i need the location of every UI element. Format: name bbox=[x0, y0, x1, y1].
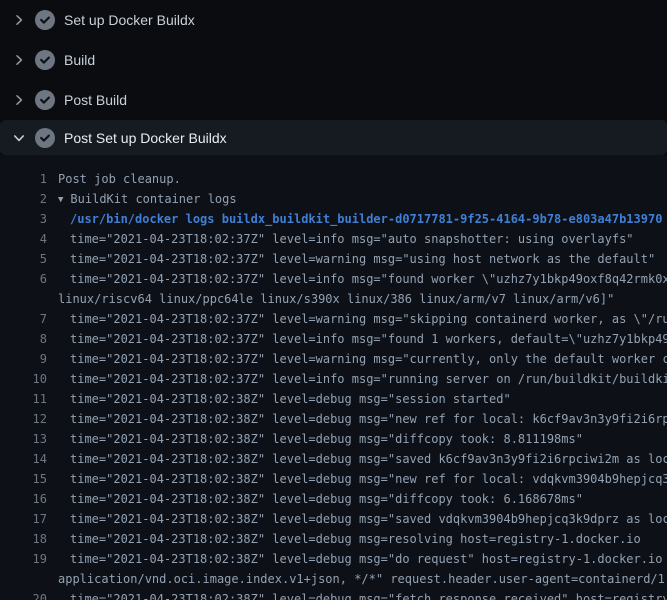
log-line: 9 time="2021-04-23T18:02:37Z" level=warn… bbox=[0, 349, 667, 369]
log-line-text: application/vnd.oci.image.index.v1+json,… bbox=[58, 572, 667, 586]
log-line-text: time="2021-04-23T18:02:38Z" level=debug … bbox=[70, 452, 667, 466]
chevron-right-icon[interactable] bbox=[11, 92, 27, 108]
log-line: 14 time="2021-04-23T18:02:38Z" level=deb… bbox=[0, 449, 667, 469]
step-label: Post Set up Docker Buildx bbox=[64, 130, 227, 146]
log-line-number[interactable]: 7 bbox=[30, 309, 47, 329]
log-line-text: time="2021-04-23T18:02:38Z" level=debug … bbox=[70, 592, 667, 600]
log-line-number[interactable]: 13 bbox=[30, 429, 47, 449]
log-line-number[interactable]: 20 bbox=[30, 589, 47, 600]
step-list: Set up Docker Buildx Build Post Build Po… bbox=[0, 0, 667, 155]
log-line-text: time="2021-04-23T18:02:37Z" level=info m… bbox=[70, 372, 667, 386]
log-line: 12 time="2021-04-23T18:02:38Z" level=deb… bbox=[0, 409, 667, 429]
log-line-number[interactable]: 3 bbox=[30, 209, 47, 229]
log-line-number[interactable]: 15 bbox=[30, 469, 47, 489]
step-label: Build bbox=[64, 52, 95, 68]
check-circle-icon bbox=[35, 90, 55, 110]
log-line-text: linux/riscv64 linux/ppc64le linux/s390x … bbox=[58, 292, 614, 306]
log-line: 18 time="2021-04-23T18:02:38Z" level=deb… bbox=[0, 529, 667, 549]
log-output: 1 Post job cleanup. 2 ▼ BuildKit containe… bbox=[0, 155, 667, 600]
log-line-text: time="2021-04-23T18:02:38Z" level=debug … bbox=[70, 432, 583, 446]
log-line-text: time="2021-04-23T18:02:38Z" level=debug … bbox=[70, 552, 667, 566]
log-line-text: Post job cleanup. bbox=[58, 172, 181, 186]
log-line: application/vnd.oci.image.index.v1+json,… bbox=[0, 569, 667, 589]
log-line-number[interactable]: 10 bbox=[30, 369, 47, 389]
log-line: 11 time="2021-04-23T18:02:38Z" level=deb… bbox=[0, 389, 667, 409]
log-line: 13 time="2021-04-23T18:02:38Z" level=deb… bbox=[0, 429, 667, 449]
step-row[interactable]: Post Set up Docker Buildx bbox=[0, 120, 667, 155]
step-row[interactable]: Build bbox=[0, 40, 667, 80]
log-line: 8 time="2021-04-23T18:02:37Z" level=info… bbox=[0, 329, 667, 349]
workflow-log-viewer: Set up Docker Buildx Build Post Build Po… bbox=[0, 0, 667, 600]
log-line-number[interactable]: 8 bbox=[30, 329, 47, 349]
log-line-number[interactable]: 12 bbox=[30, 409, 47, 429]
collapse-triangle-icon[interactable]: ▼ bbox=[58, 190, 63, 209]
check-circle-icon bbox=[35, 50, 55, 70]
step-row[interactable]: Post Build bbox=[0, 80, 667, 120]
step-label: Set up Docker Buildx bbox=[64, 12, 195, 28]
check-circle-icon bbox=[35, 128, 55, 148]
log-line-text: /usr/bin/docker logs buildx_buildkit_bui… bbox=[70, 212, 662, 226]
log-line: 6 time="2021-04-23T18:02:37Z" level=info… bbox=[0, 269, 667, 289]
log-line-number[interactable] bbox=[30, 289, 47, 309]
step-label: Post Build bbox=[64, 92, 127, 108]
log-line-text: time="2021-04-23T18:02:37Z" level=info m… bbox=[70, 272, 667, 286]
log-line: 3 /usr/bin/docker logs buildx_buildkit_b… bbox=[0, 209, 667, 229]
log-line: 2 ▼ BuildKit container logs bbox=[0, 189, 667, 209]
log-line-number[interactable]: 11 bbox=[30, 389, 47, 409]
log-line-text: time="2021-04-23T18:02:38Z" level=debug … bbox=[70, 472, 667, 486]
log-line-text: BuildKit container logs bbox=[70, 192, 236, 206]
log-line-number[interactable]: 6 bbox=[30, 269, 47, 289]
chevron-right-icon[interactable] bbox=[11, 12, 27, 28]
log-line-number[interactable]: 19 bbox=[30, 549, 47, 569]
log-line-number[interactable]: 14 bbox=[30, 449, 47, 469]
chevron-down-icon[interactable] bbox=[11, 130, 27, 146]
log-line-number[interactable]: 4 bbox=[30, 229, 47, 249]
log-line: 4 time="2021-04-23T18:02:37Z" level=info… bbox=[0, 229, 667, 249]
log-line-text: time="2021-04-23T18:02:38Z" level=debug … bbox=[70, 492, 583, 506]
log-line-text: time="2021-04-23T18:02:37Z" level=info m… bbox=[70, 332, 667, 346]
log-line: 1 Post job cleanup. bbox=[0, 169, 667, 189]
log-line-text: time="2021-04-23T18:02:37Z" level=warnin… bbox=[70, 352, 667, 366]
log-line-number[interactable]: 2 bbox=[30, 189, 47, 209]
log-line: linux/riscv64 linux/ppc64le linux/s390x … bbox=[0, 289, 667, 309]
log-line-number[interactable]: 17 bbox=[30, 509, 47, 529]
log-line: 7 time="2021-04-23T18:02:37Z" level=warn… bbox=[0, 309, 667, 329]
log-line: 5 time="2021-04-23T18:02:37Z" level=warn… bbox=[0, 249, 667, 269]
log-line-number[interactable]: 1 bbox=[30, 169, 47, 189]
log-line-text: time="2021-04-23T18:02:37Z" level=info m… bbox=[70, 232, 634, 246]
log-line-number[interactable]: 16 bbox=[30, 489, 47, 509]
log-line-text: time="2021-04-23T18:02:38Z" level=debug … bbox=[70, 532, 641, 546]
log-line: 16 time="2021-04-23T18:02:38Z" level=deb… bbox=[0, 489, 667, 509]
check-circle-icon bbox=[35, 10, 55, 30]
log-line-text: time="2021-04-23T18:02:37Z" level=warnin… bbox=[70, 252, 655, 266]
log-line: 19 time="2021-04-23T18:02:38Z" level=deb… bbox=[0, 549, 667, 569]
log-line: 17 time="2021-04-23T18:02:38Z" level=deb… bbox=[0, 509, 667, 529]
log-line-text: time="2021-04-23T18:02:37Z" level=warnin… bbox=[70, 312, 667, 326]
log-line-number[interactable]: 9 bbox=[30, 349, 47, 369]
step-row[interactable]: Set up Docker Buildx bbox=[0, 0, 667, 40]
chevron-right-icon[interactable] bbox=[11, 52, 27, 68]
log-line-number[interactable] bbox=[30, 569, 47, 589]
log-line-number[interactable]: 18 bbox=[30, 529, 47, 549]
log-line-text: time="2021-04-23T18:02:38Z" level=debug … bbox=[70, 512, 667, 526]
log-line-text: time="2021-04-23T18:02:38Z" level=debug … bbox=[70, 392, 511, 406]
log-line: 10 time="2021-04-23T18:02:37Z" level=inf… bbox=[0, 369, 667, 389]
log-line: 15 time="2021-04-23T18:02:38Z" level=deb… bbox=[0, 469, 667, 489]
log-line: 20 time="2021-04-23T18:02:38Z" level=deb… bbox=[0, 589, 667, 600]
log-line-number[interactable]: 5 bbox=[30, 249, 47, 269]
log-line-text: time="2021-04-23T18:02:38Z" level=debug … bbox=[70, 412, 667, 426]
